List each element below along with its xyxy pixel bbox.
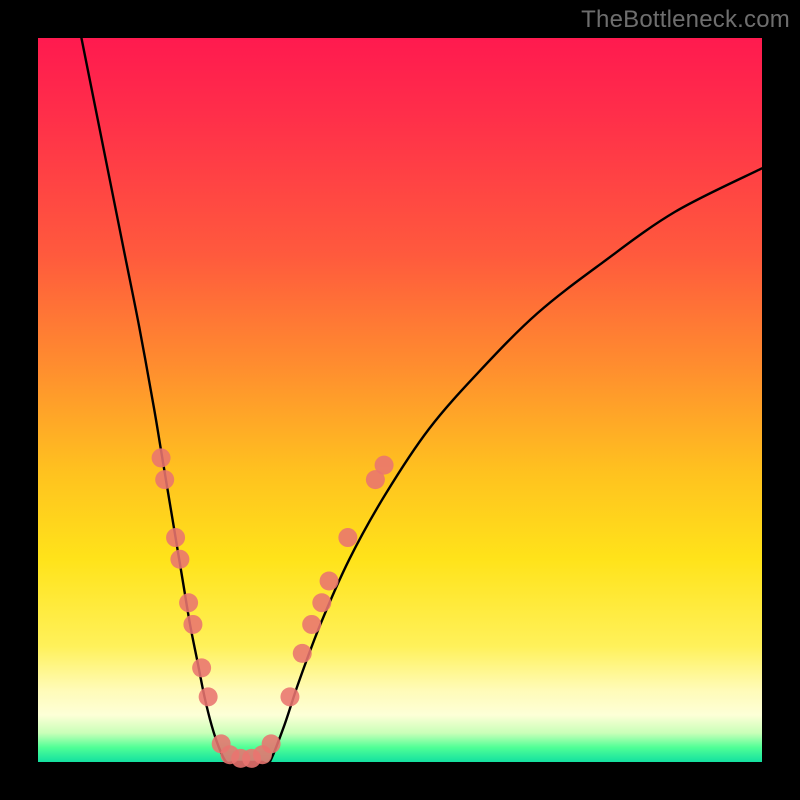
plot-area [38, 38, 762, 762]
highlight-dot [293, 644, 312, 663]
highlight-dot [375, 456, 394, 475]
highlight-dot [170, 550, 189, 569]
curve-layer [38, 38, 762, 762]
highlight-dot [302, 615, 321, 634]
bottleneck-curve [81, 38, 762, 765]
highlight-dot [262, 734, 281, 753]
highlight-dot [179, 593, 198, 612]
highlight-dot [338, 528, 357, 547]
highlight-dot [155, 470, 174, 489]
highlight-dot [152, 448, 171, 467]
highlight-dots [152, 448, 394, 767]
highlight-dot [166, 528, 185, 547]
highlight-dot [183, 615, 202, 634]
highlight-dot [312, 593, 331, 612]
chart-frame: TheBottleneck.com [0, 0, 800, 800]
highlight-dot [280, 687, 299, 706]
highlight-dot [320, 572, 339, 591]
curve-paths [81, 38, 762, 765]
watermark-text: TheBottleneck.com [581, 6, 790, 34]
highlight-dot [199, 687, 218, 706]
highlight-dot [192, 658, 211, 677]
